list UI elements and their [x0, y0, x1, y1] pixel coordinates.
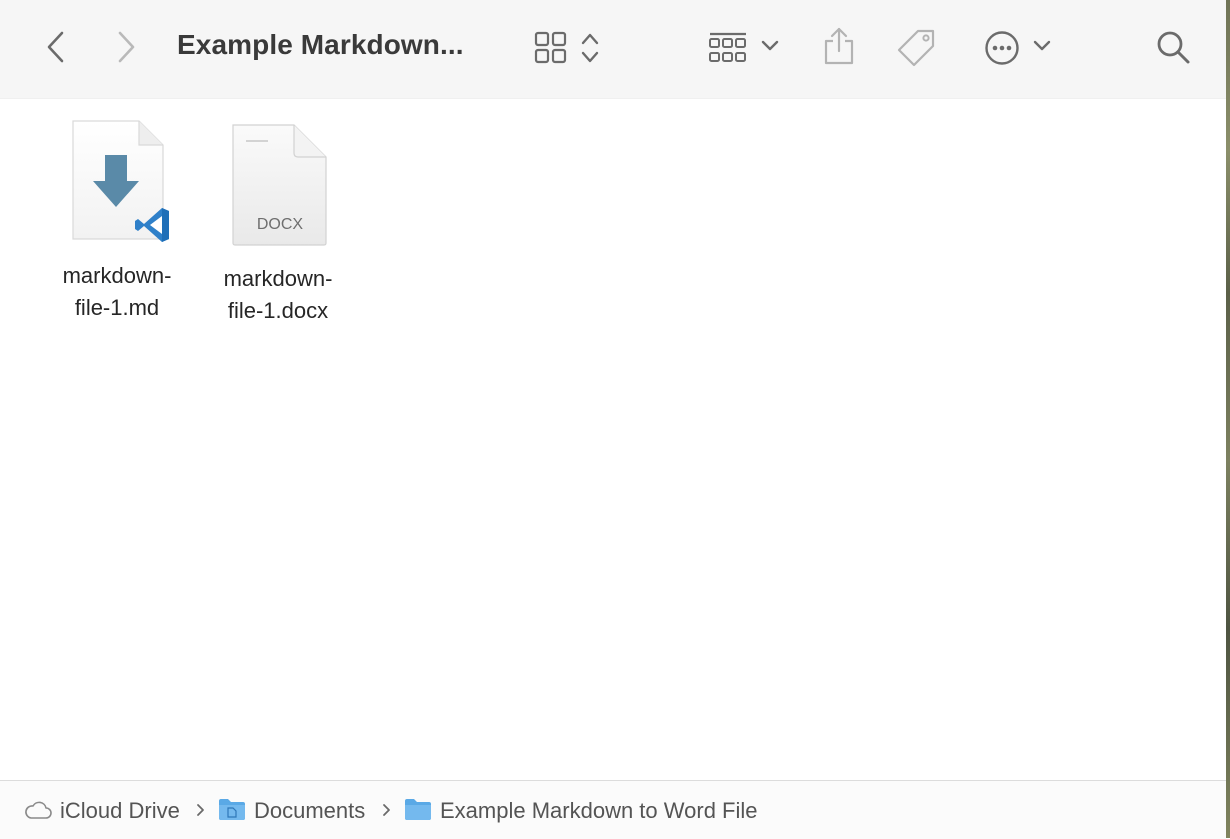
file-name-line2: file-1.docx: [227, 298, 329, 323]
ellipsis-circle-icon[interactable]: [984, 30, 1020, 66]
documents-folder-icon: [218, 797, 246, 826]
chevron-left-icon[interactable]: [42, 30, 70, 64]
finder-window: Example Markdown... markdown- file-1.md …: [0, 0, 1226, 839]
window-title: Example Markdown...: [177, 29, 464, 60]
tag-icon[interactable]: [896, 27, 938, 69]
file-item[interactable]: DOCX markdown- file-1.docx: [208, 123, 348, 333]
icloud-icon: [24, 800, 52, 825]
chevron-down-icon[interactable]: [1032, 38, 1052, 54]
docx-badge: DOCX: [256, 216, 304, 233]
toolbar: Example Markdown...: [0, 0, 1226, 99]
chevron-up-down-icon[interactable]: [580, 31, 600, 65]
chevron-right-icon: [196, 802, 206, 823]
file-browser-content: markdown- file-1.md DOCX markdown- file-…: [0, 99, 1226, 781]
file-name-line2: file-1.md: [74, 295, 160, 320]
grid-view-icon[interactable]: [534, 31, 568, 65]
share-icon[interactable]: [822, 26, 856, 66]
vscode-markdown-file-icon: [69, 119, 175, 250]
chevron-right-icon[interactable]: [112, 30, 140, 64]
chevron-down-icon[interactable]: [760, 38, 780, 54]
desktop-background-edge: [1226, 0, 1230, 838]
breadcrumb-icloud-drive[interactable]: iCloud Drive: [60, 798, 180, 824]
search-icon[interactable]: [1155, 29, 1191, 65]
group-by-icon[interactable]: [708, 31, 748, 65]
folder-icon: [404, 797, 432, 826]
chevron-right-icon: [382, 802, 392, 823]
breadcrumb-current-folder[interactable]: Example Markdown to Word File: [440, 798, 758, 824]
breadcrumb-documents[interactable]: Documents: [254, 798, 365, 824]
path-bar: iCloud Drive Documents Example Markdown …: [0, 780, 1226, 839]
file-item[interactable]: markdown- file-1.md: [47, 119, 187, 329]
file-name-line1: markdown-: [62, 263, 172, 288]
file-name-line1: markdown-: [223, 266, 333, 291]
